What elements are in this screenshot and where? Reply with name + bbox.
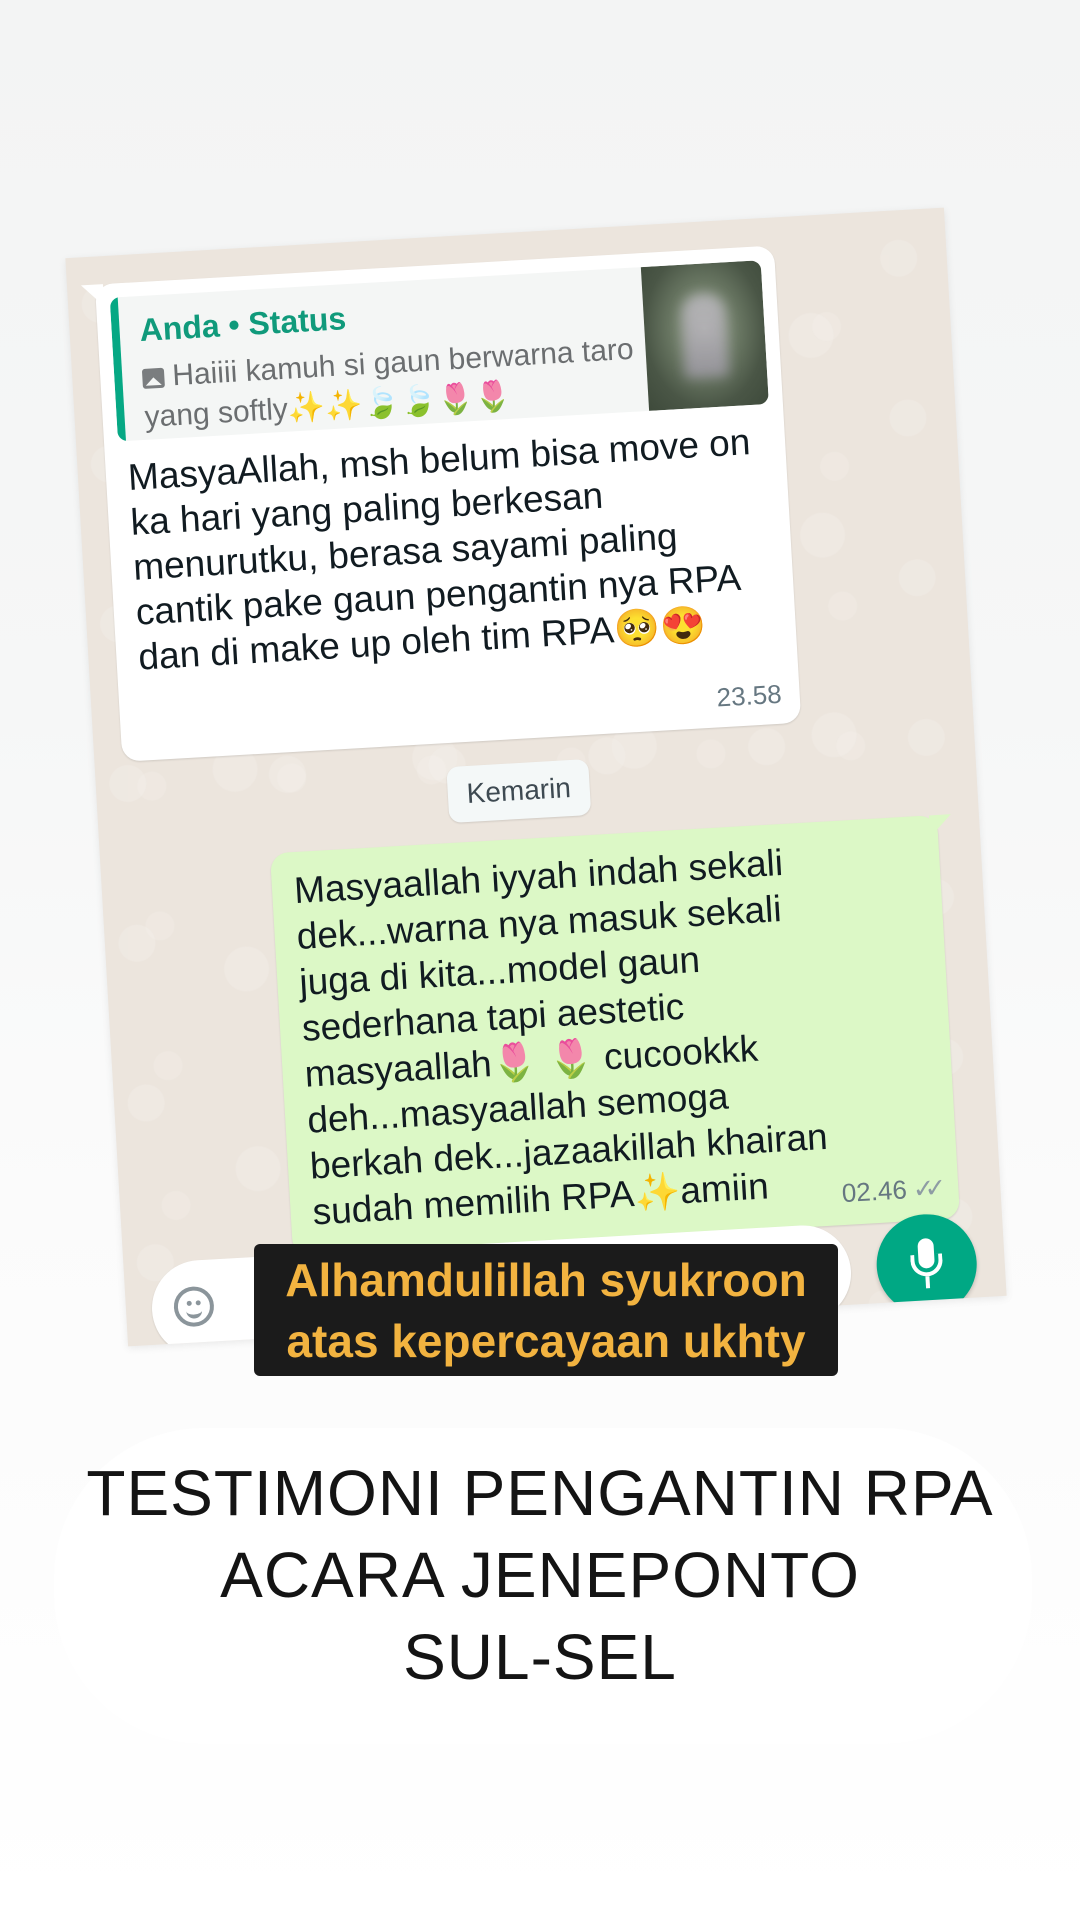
date-divider: Kemarin bbox=[446, 758, 592, 824]
double-check-icon: ✓✓ bbox=[911, 1172, 938, 1204]
title-line-1: TESTIMONI PENGANTIN RPA bbox=[86, 1457, 994, 1529]
emoji-icon[interactable] bbox=[172, 1285, 216, 1328]
caption-line-1: Alhamdulillah syukroon bbox=[285, 1254, 807, 1306]
outgoing-message-text: Masyaallah iyyah indah sekali dek...warn… bbox=[292, 841, 829, 1233]
title-line-2: ACARA JENEPONTO bbox=[220, 1539, 860, 1611]
quote-author: Anda • Status bbox=[138, 300, 348, 349]
incoming-message-text: MasyaAllah, msh belum bisa move on ka ha… bbox=[126, 421, 752, 678]
chat-screenshot: Anda • Status Haiiii kamuh si gaun berwa… bbox=[65, 207, 1007, 1347]
outgoing-message-bubble[interactable]: Masyaallah iyyah indah sekali dek...warn… bbox=[269, 814, 961, 1257]
story-page: Anda • Status Haiiii kamuh si gaun berwa… bbox=[0, 0, 1080, 1920]
photo-icon bbox=[141, 367, 165, 389]
status-reply-quote[interactable]: Anda • Status Haiiii kamuh si gaun berwa… bbox=[109, 260, 769, 442]
mic-icon-arc bbox=[910, 1253, 944, 1278]
status-thumbnail[interactable] bbox=[640, 260, 769, 411]
caption-overlay: Alhamdulillah syukroon atas kepercayaan … bbox=[254, 1244, 838, 1376]
outgoing-message-meta: 02.46 ✓✓ bbox=[841, 1173, 937, 1209]
quote-text: Haiiii kamuh si gaun berwarna taro yang … bbox=[143, 332, 635, 434]
incoming-message-bubble[interactable]: Anda • Status Haiiii kamuh si gaun berwa… bbox=[94, 245, 802, 762]
page-title: TESTIMONI PENGANTIN RPA ACARA JENEPONTO … bbox=[40, 1452, 1040, 1698]
quote-accent-bar bbox=[109, 297, 126, 442]
caption-line-2: atas kepercayaan ukhty bbox=[286, 1315, 806, 1367]
incoming-message-time: 23.58 bbox=[715, 678, 783, 713]
title-line-3: SUL-SEL bbox=[403, 1621, 677, 1693]
emoji-mouth bbox=[185, 1306, 203, 1320]
quote-text-container: Haiiii kamuh si gaun berwarna taro yang … bbox=[141, 329, 645, 438]
outgoing-message-time: 02.46 bbox=[840, 1174, 908, 1209]
mic-icon-stem bbox=[925, 1276, 931, 1289]
